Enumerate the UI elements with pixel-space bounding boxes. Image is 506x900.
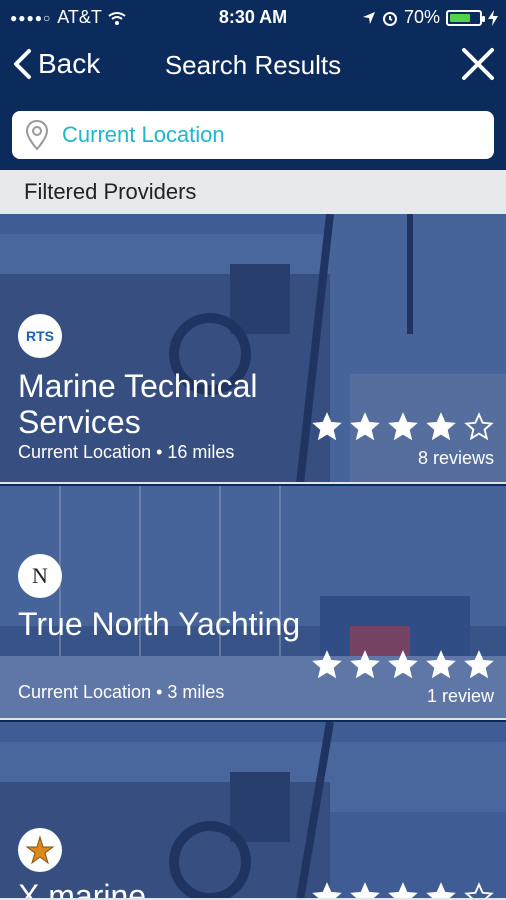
provider-card-x-marine[interactable]: X marine: [0, 722, 506, 900]
star-filled-icon: [388, 650, 418, 679]
rating-stars: [312, 650, 494, 680]
star-filled-icon: [388, 412, 418, 441]
provider-logo: RTS: [18, 314, 62, 358]
review-count: 1 review: [426, 686, 494, 706]
star-empty-icon: [464, 412, 494, 441]
star-filled-icon: [312, 412, 342, 441]
close-icon[interactable]: [460, 46, 496, 82]
search-input[interactable]: [62, 122, 442, 148]
provider-location-distance: Current Location • 3 miles: [18, 682, 225, 702]
provider-card-true-north[interactable]: N True North Yachting Current Location •…: [0, 486, 506, 720]
star-filled-icon: [426, 650, 456, 679]
provider-name: True North Yachting: [18, 606, 301, 642]
location-arrow-icon: [362, 11, 375, 24]
star-filled-icon: [464, 650, 494, 679]
provider-logo-starfish: [18, 828, 62, 872]
page-title: Search Results: [164, 50, 342, 80]
star-filled-icon: [426, 412, 456, 441]
star-empty-icon: [464, 882, 494, 898]
search-area: [0, 100, 506, 170]
provider-name: X marine: [18, 878, 147, 900]
section-header: Filtered Providers: [0, 170, 506, 214]
star-filled-icon: [350, 882, 380, 898]
star-filled-icon: [350, 650, 380, 679]
battery-percent: 70%: [403, 7, 440, 27]
status-bar: ●●●●○ AT&T 8:30 AM 70%: [0, 0, 506, 34]
star-filled-icon: [388, 882, 418, 898]
alarm-icon: [382, 11, 397, 26]
star-filled-icon: [350, 412, 380, 441]
star-filled-icon: [312, 882, 342, 898]
rating-stars: [312, 412, 494, 442]
card-overlay: [0, 722, 506, 898]
charging-bolt-icon: [488, 9, 498, 26]
battery-icon: [446, 9, 485, 26]
provider-name: Marine Technical Services: [18, 368, 258, 440]
provider-card-marine-technical[interactable]: RTS Marine Technical Services Current Lo…: [0, 214, 506, 484]
star-filled-icon: [312, 650, 342, 679]
review-count: 8 reviews: [417, 448, 494, 468]
provider-logo: N: [18, 554, 62, 598]
star-filled-icon: [426, 882, 456, 898]
search-box[interactable]: [12, 111, 494, 159]
location-pin-icon: [26, 120, 48, 150]
starfish-icon: [25, 835, 55, 865]
status-right: 70%: [362, 7, 498, 28]
provider-location-distance: Current Location • 16 miles: [18, 442, 235, 462]
rating-stars: [312, 882, 494, 898]
navigation-bar: Back Search Results: [0, 34, 506, 100]
